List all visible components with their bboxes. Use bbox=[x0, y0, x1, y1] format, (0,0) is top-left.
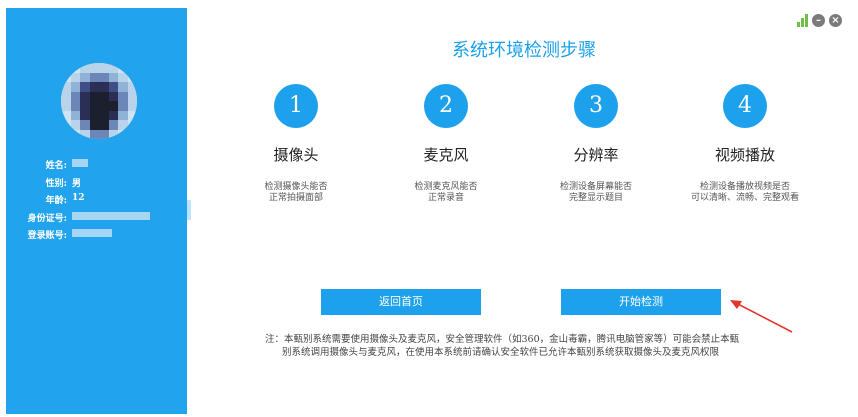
step-desc-line1: 检测麦克风能否 bbox=[414, 182, 478, 192]
back-home-button[interactable]: 返回首页 bbox=[321, 289, 481, 315]
step-number-circle: 2 bbox=[424, 84, 468, 128]
step-description: 检测设备屏幕能否 完整显示题目 bbox=[526, 182, 666, 204]
id-label: 身份证号: bbox=[27, 214, 67, 224]
age-value: 12 bbox=[72, 193, 85, 203]
step-title: 麦克风 bbox=[423, 146, 469, 164]
red-arrow-annotation-icon bbox=[730, 300, 793, 333]
step-title: 视频播放 bbox=[714, 146, 775, 164]
step-camera: 1 摄像头 检测摄像头能否 正常拍摄面部 bbox=[226, 84, 366, 204]
start-check-button[interactable]: 开始检测 bbox=[561, 289, 721, 315]
age-label: 年龄: bbox=[45, 196, 67, 206]
step-resolution: 3 分辨率 检测设备屏幕能否 完整显示题目 bbox=[526, 84, 666, 204]
step-desc-line2: 完整显示题目 bbox=[568, 193, 623, 203]
user-sidebar: 姓名: 性别: 男 年龄: 12 身份证号: 登录账号: bbox=[6, 8, 187, 414]
signal-bars-icon bbox=[797, 14, 808, 27]
step-desc-line1: 检测设备播放视频是否 bbox=[699, 182, 790, 192]
name-label: 姓名: bbox=[45, 161, 67, 171]
step-number-circle: 3 bbox=[574, 84, 618, 128]
step-description: 检测设备播放视频是否 可以清晰、流畅、完整观看 bbox=[675, 182, 815, 204]
step-number-circle: 1 bbox=[274, 84, 318, 128]
minimize-icon[interactable]: – bbox=[812, 14, 825, 27]
notice-text: 注：本甄别系统需要使用摄像头及麦克风，安全管理软件（如360，金山毒霸，腾讯电脑… bbox=[265, 333, 785, 359]
id-value-redacted bbox=[72, 211, 150, 221]
step-desc-line2: 正常拍摄面部 bbox=[268, 193, 323, 203]
step-title: 摄像头 bbox=[273, 146, 319, 164]
name-value-redacted bbox=[72, 158, 88, 168]
sidebar-collapse-handle[interactable] bbox=[187, 200, 191, 220]
step-desc-line1: 检测摄像头能否 bbox=[264, 182, 328, 192]
step-title: 分辨率 bbox=[573, 146, 619, 164]
step-video-playback: 4 视频播放 检测设备播放视频是否 可以清晰、流畅、完整观看 bbox=[675, 84, 815, 204]
account-label: 登录账号: bbox=[27, 231, 67, 241]
step-desc-line2: 可以清晰、流畅、完整观看 bbox=[690, 193, 799, 203]
notice-line2: 别系统调用摄像头与麦克风，在使用本系统前请确认安全软件已允许本甄别系统获取摄像头… bbox=[282, 347, 720, 358]
step-desc-line1: 检测设备屏幕能否 bbox=[559, 182, 632, 192]
page-title: 系统环境检测步骤 bbox=[452, 40, 596, 61]
avatar bbox=[61, 63, 137, 139]
notice-line1: 注：本甄别系统需要使用摄像头及麦克风，安全管理软件（如360，金山毒霸，腾讯电脑… bbox=[265, 334, 740, 345]
step-microphone: 2 麦克风 检测麦克风能否 正常录音 bbox=[376, 84, 516, 204]
gender-label: 性别: bbox=[45, 179, 67, 189]
window-controls: – × bbox=[797, 14, 842, 27]
step-number-circle: 4 bbox=[723, 84, 767, 128]
account-value-redacted bbox=[72, 228, 112, 238]
step-desc-line2: 正常录音 bbox=[427, 193, 464, 203]
step-description: 检测麦克风能否 正常录音 bbox=[376, 182, 516, 204]
step-description: 检测摄像头能否 正常拍摄面部 bbox=[226, 182, 366, 204]
close-icon[interactable]: × bbox=[829, 14, 842, 27]
gender-value: 男 bbox=[72, 179, 82, 189]
